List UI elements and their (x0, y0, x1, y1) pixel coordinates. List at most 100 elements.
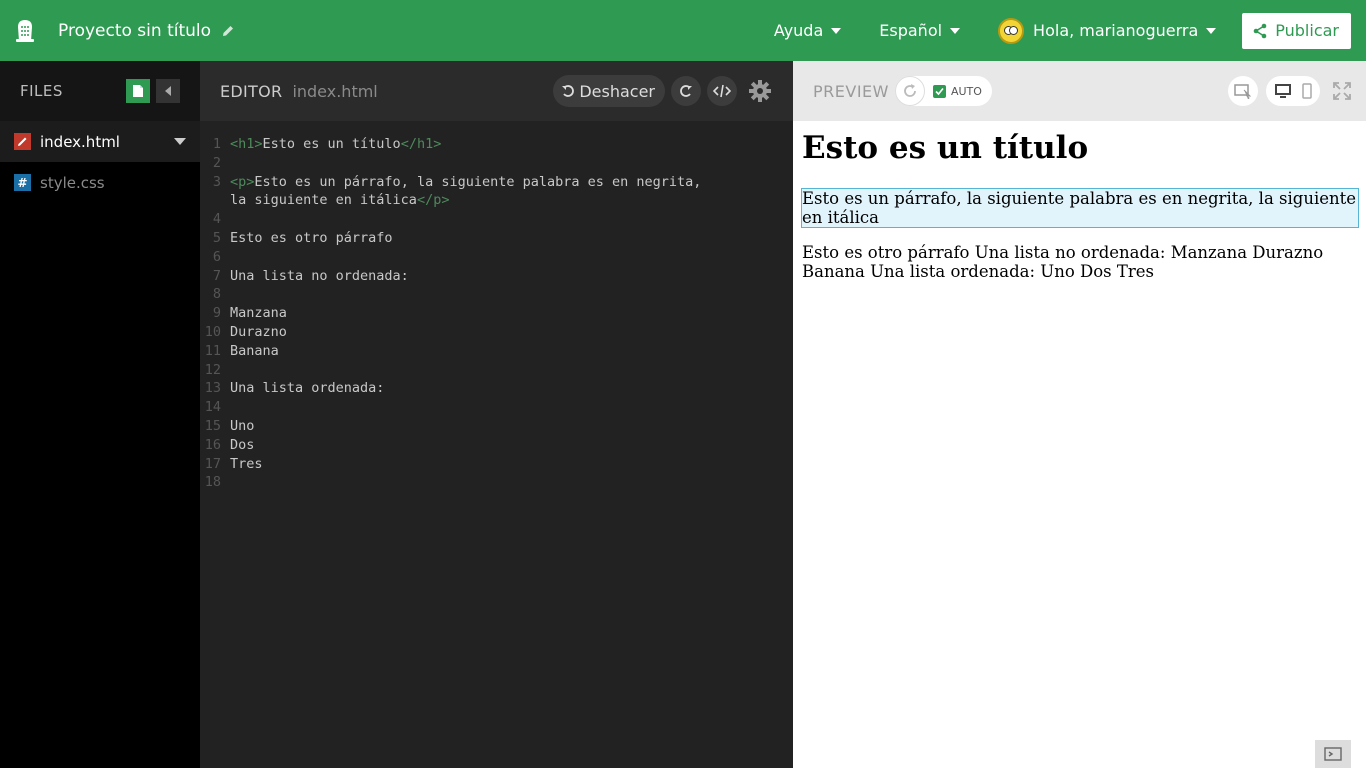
code-line[interactable]: 18 (200, 473, 793, 492)
preview-title: PREVIEW (813, 81, 889, 101)
line-content: Dos (230, 436, 255, 453)
editor-title: EDITOR (220, 81, 283, 101)
line-number: 18 (204, 474, 221, 491)
line-content: la siguiente en itálica</p> (230, 191, 449, 210)
code-icon (713, 84, 731, 98)
line-number: 17 (204, 455, 221, 472)
device-toggle-group (1266, 76, 1320, 106)
css-file-icon: # (14, 174, 31, 191)
code-editor[interactable]: 1 <h1>Esto es un título</h1> 2 3 <p>Esto es … (200, 121, 793, 492)
files-panel: FILES index.html # style.css (0, 61, 200, 768)
line-content: Una lista no ordenada: (230, 267, 409, 284)
new-file-button[interactable] (126, 79, 150, 103)
preview-paragraph-highlighted: Esto es un párrafo, la siguiente palabra… (801, 188, 1359, 228)
line-number: 10 (204, 323, 221, 340)
line-number: 8 (212, 286, 221, 303)
line-number: 3 (212, 173, 221, 190)
line-number (200, 191, 230, 210)
top-bar: Proyecto sin título Ayuda Español Hola, … (0, 0, 1366, 61)
code-line[interactable]: 3 <p>Esto es un párrafo, la siguiente pal… (200, 173, 793, 192)
console-toggle-button[interactable] (1315, 740, 1351, 768)
code-line[interactable]: 8 (200, 285, 793, 304)
file-item-index-html[interactable]: index.html (0, 121, 200, 162)
files-title: FILES (20, 82, 63, 100)
code-line[interactable]: 14 (200, 398, 793, 417)
new-file-icon (133, 85, 143, 97)
line-number: 4 (212, 211, 221, 228)
line-number: 12 (204, 361, 221, 378)
auto-refresh-checkbox[interactable] (932, 84, 946, 98)
preview-header: PREVIEW AUTO (793, 61, 1366, 121)
inspect-button[interactable] (1228, 76, 1258, 106)
help-menu-label: Ayuda (773, 21, 824, 40)
pencil-icon[interactable] (221, 24, 235, 38)
settings-button[interactable] (749, 80, 771, 102)
html-tag: <h1> (230, 136, 263, 152)
html-tag: <p> (230, 173, 255, 190)
files-header: FILES (0, 61, 200, 121)
code-line[interactable]: 12 (200, 361, 793, 380)
preview-content: Esto es un título Esto es un párrafo, la… (793, 121, 1366, 291)
undo-button[interactable]: Deshacer (553, 75, 665, 107)
file-item-style-css[interactable]: # style.css (0, 162, 200, 203)
code-line[interactable]: 13 Una lista ordenada: (200, 379, 793, 398)
code-line[interactable]: 16 Dos (200, 436, 793, 455)
line-number: 16 (204, 436, 221, 453)
code-format-button[interactable] (707, 76, 737, 106)
inspect-icon (1234, 84, 1252, 99)
language-menu[interactable]: Español (879, 21, 961, 40)
redo-icon (680, 85, 692, 97)
code-line[interactable]: 10 Durazno (200, 323, 793, 342)
desktop-icon[interactable] (1274, 83, 1292, 99)
code-line[interactable]: 5 Esto es otro párrafo (200, 229, 793, 248)
code-line[interactable]: 6 (200, 248, 793, 267)
fullscreen-icon (1333, 82, 1351, 100)
auto-refresh-label: AUTO (950, 84, 982, 98)
project-title[interactable]: Proyecto sin título (58, 21, 211, 41)
refresh-group: AUTO (894, 76, 992, 106)
code-line[interactable]: la siguiente en itálica</p> (200, 191, 793, 210)
preview-panel: PREVIEW AUTO Esto es un título Esto es u… (793, 61, 1366, 768)
preview-heading: Esto es un título (802, 130, 1089, 166)
code-text: Esto es un título (262, 136, 401, 152)
code-line[interactable]: 11 Banana (200, 342, 793, 361)
editor-header: EDITOR index.html Deshacer (200, 61, 793, 121)
code-text: Esto es un párrafo, la siguiente palabra… (254, 173, 702, 190)
code-line[interactable]: 17 Tres (200, 455, 793, 474)
line-number: 15 (204, 417, 221, 434)
user-greeting: Hola, marianoguerra (1033, 21, 1199, 40)
avatar (998, 17, 1025, 44)
line-content: Uno (230, 417, 255, 434)
user-menu[interactable]: Hola, marianoguerra (998, 17, 1217, 44)
help-menu[interactable]: Ayuda (773, 21, 842, 40)
code-line[interactable]: 9 Manzana (200, 304, 793, 323)
redo-button[interactable] (671, 76, 701, 106)
collapse-panel-button[interactable] (156, 79, 180, 103)
refresh-button[interactable] (894, 76, 925, 106)
code-line[interactable]: 2 (200, 154, 793, 173)
code-line[interactable]: 1 <h1>Esto es un título</h1> (200, 135, 793, 154)
code-line[interactable]: 4 (200, 210, 793, 229)
code-line[interactable]: 7 Una lista no ordenada: (200, 267, 793, 286)
thimble-logo-icon[interactable] (0, 0, 50, 61)
gear-icon (749, 80, 771, 102)
refresh-icon (904, 84, 916, 97)
html-file-icon (14, 133, 31, 150)
publish-label: Publicar (1275, 21, 1339, 40)
chevron-left-icon (165, 86, 171, 96)
html-tag: </h1> (400, 136, 442, 152)
fullscreen-button[interactable] (1332, 81, 1352, 101)
console-icon (1324, 747, 1342, 761)
publish-button[interactable]: Publicar (1242, 12, 1351, 49)
editor-current-file: index.html (292, 81, 378, 101)
line-number: 5 (212, 229, 221, 246)
checkmark-icon (935, 87, 944, 95)
line-number: 14 (204, 399, 221, 416)
code-line[interactable]: 15 Uno (200, 417, 793, 436)
language-menu-label: Español (879, 21, 943, 40)
code-text: la siguiente en itálica (230, 192, 417, 209)
mobile-icon[interactable] (1302, 83, 1312, 99)
chevron-down-icon[interactable] (174, 138, 186, 145)
line-content: Manzana (230, 305, 287, 322)
line-content: Tres (230, 455, 263, 472)
